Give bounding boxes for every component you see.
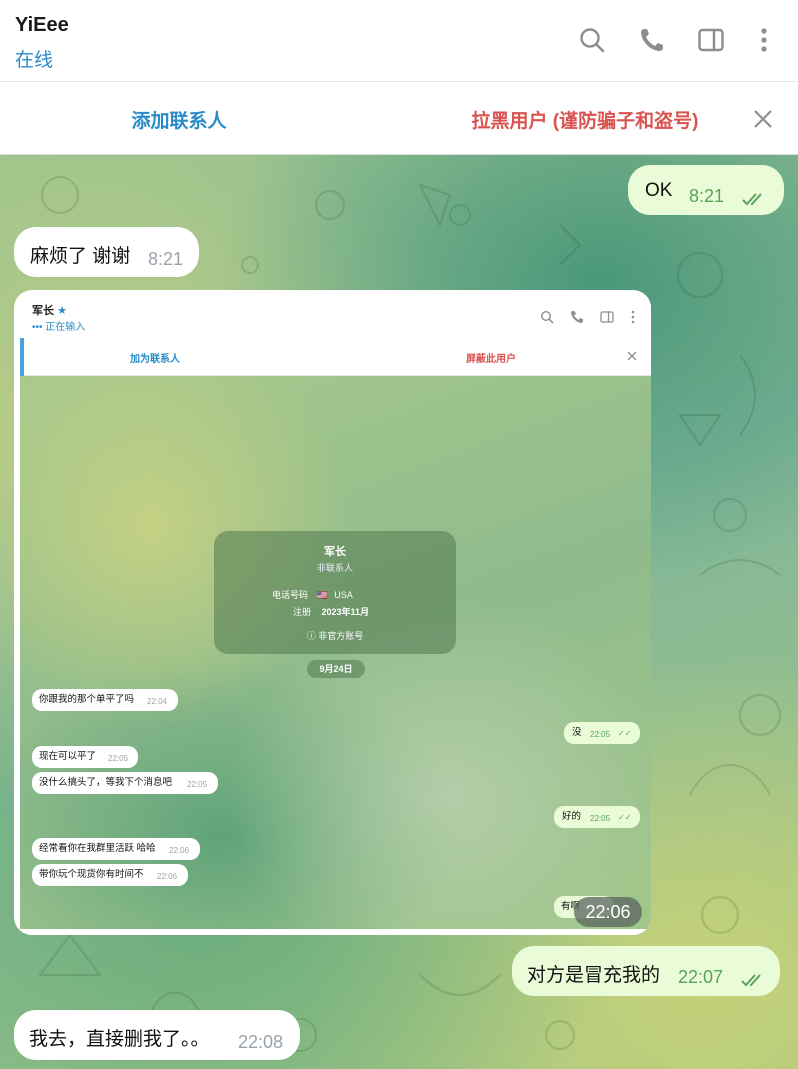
- contact-name[interactable]: YiEee: [15, 14, 69, 37]
- message-time: 22:08: [238, 1032, 284, 1052]
- double-check-icon: [741, 974, 761, 987]
- image-timestamp: 22:06: [574, 897, 642, 927]
- info-icon: ⓘ: [306, 631, 316, 641]
- embedded-message-incoming: 没什么搞头了，等我下个消息吧 22:05: [32, 772, 218, 794]
- us-flag-icon: 🇺🇸: [316, 590, 328, 600]
- message-text: OK: [645, 180, 673, 201]
- contact-action-bar: 添加联系人 拉黑用户 (谨防骗子和盗号): [0, 82, 798, 155]
- close-icon[interactable]: [748, 104, 778, 134]
- star-icon: ★: [57, 305, 67, 317]
- message-time: 8:21: [148, 249, 184, 269]
- embedded-typing-status: ••• 正在输入: [32, 322, 86, 333]
- more-icon[interactable]: [748, 24, 780, 56]
- embedded-message-incoming: 带你玩个现货你有时间不 22:06: [32, 864, 188, 886]
- registration-label: 注册: [293, 607, 312, 617]
- message-bubble-outgoing[interactable]: OK 8:21: [628, 165, 784, 215]
- message-text: 我去，直接删我了。。: [29, 1029, 210, 1050]
- embedded-chat-area: 军长 非联系人 电话号码 🇺🇸 USA 注册 2023年11月 ⓘ 非官方账号 …: [20, 376, 651, 929]
- embedded-screenshot: 军长 ★ ••• 正在输入 加为联系人 屏蔽此用户 军长 非联系人 电话号码 🇺…: [20, 296, 651, 929]
- chat-area[interactable]: OK 8:21 麻烦了 谢谢 8:21 军长 ★ ••• 正在输入 加为联系人 …: [0, 155, 798, 1069]
- message-bubble-incoming[interactable]: 麻烦了 谢谢 8:21: [14, 227, 199, 277]
- unofficial-note: ⓘ 非官方账号: [306, 631, 364, 641]
- message-bubble-incoming[interactable]: 我去，直接删我了。。 22:08: [14, 1010, 300, 1060]
- embedded-add-contact: 加为联系人: [130, 354, 180, 365]
- search-icon: [540, 310, 554, 324]
- embedded-message-incoming: 你跟我的那个单平了吗 22:04: [32, 689, 178, 711]
- message-time: 8:21: [689, 186, 725, 206]
- message-text: 麻烦了 谢谢: [30, 246, 131, 267]
- message-time: 22:07: [678, 967, 724, 987]
- close-icon: [627, 351, 637, 361]
- embedded-message-incoming: 经常看你在我群里活跃 哈哈 22:06: [32, 838, 200, 860]
- sidebar-toggle-icon: [600, 311, 614, 323]
- phone-icon: [571, 311, 583, 323]
- more-icon: [631, 310, 635, 324]
- embedded-message-incoming: 现在可以平了 22:05: [32, 746, 138, 768]
- phone-value: USA: [334, 590, 353, 600]
- double-check-icon: [742, 193, 762, 206]
- card-subtitle: 非联系人: [316, 563, 353, 573]
- embedded-block-user: 屏蔽此用户: [466, 354, 516, 365]
- screenshot-image-message[interactable]: 军长 ★ ••• 正在输入 加为联系人 屏蔽此用户 军长 非联系人 电话号码 🇺…: [14, 290, 651, 935]
- phone-icon[interactable]: [636, 24, 668, 56]
- sidebar-toggle-icon[interactable]: [695, 24, 727, 56]
- contact-status: 在线: [15, 50, 54, 71]
- embedded-chat-header: 军长 ★ ••• 正在输入: [20, 296, 651, 339]
- registration-value: 2023年11月: [321, 607, 370, 617]
- double-check-icon: ✓✓: [618, 813, 632, 822]
- double-check-icon: ✓✓: [618, 729, 632, 738]
- search-icon[interactable]: [576, 24, 608, 56]
- embedded-message-outgoing: 好的 22:05 ✓✓: [554, 806, 640, 828]
- embedded-contact-name: 军长 ★: [32, 305, 67, 317]
- block-user-button[interactable]: 拉黑用户 (谨防骗子和盗号): [440, 106, 730, 133]
- phone-label: 电话号码: [272, 590, 309, 600]
- date-separator: 9月24日: [307, 660, 365, 678]
- add-contact-button[interactable]: 添加联系人: [0, 106, 358, 133]
- message-text: 对方是冒充我的: [527, 965, 661, 986]
- chat-header: YiEee 在线: [0, 0, 798, 82]
- card-name: 军长: [324, 546, 346, 558]
- contact-info-card: 军长 非联系人 电话号码 🇺🇸 USA 注册 2023年11月 ⓘ 非官方账号: [214, 531, 456, 654]
- embedded-message-outgoing: 没 22:05 ✓✓: [564, 722, 640, 744]
- embedded-action-bar: 加为联系人 屏蔽此用户: [20, 338, 651, 376]
- message-bubble-outgoing[interactable]: 对方是冒充我的 22:07: [512, 946, 780, 996]
